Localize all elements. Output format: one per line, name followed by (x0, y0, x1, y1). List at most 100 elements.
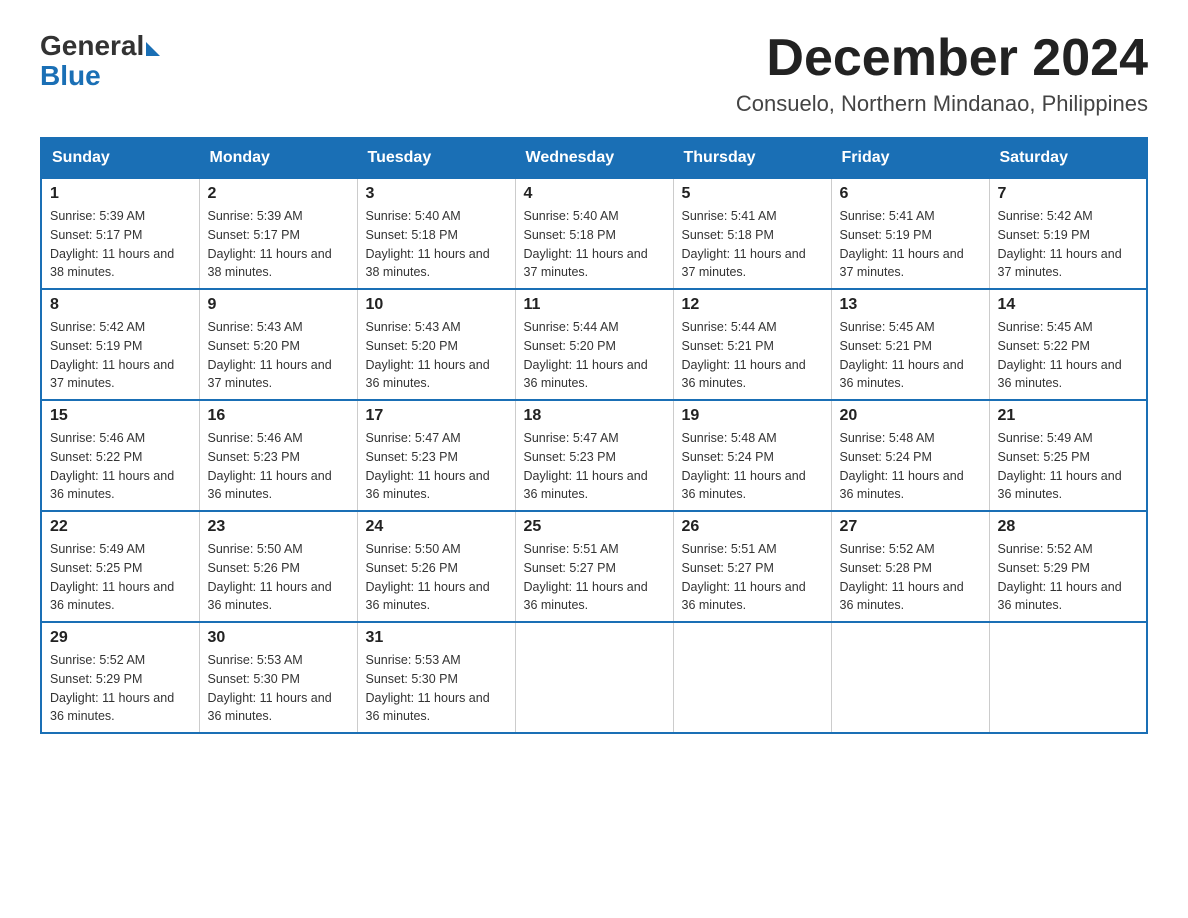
day-number: 7 (998, 185, 1139, 203)
day-number: 8 (50, 296, 191, 314)
calendar-cell: 16Sunrise: 5:46 AMSunset: 5:23 PMDayligh… (199, 400, 357, 511)
calendar-cell: 30Sunrise: 5:53 AMSunset: 5:30 PMDayligh… (199, 622, 357, 733)
day-info: Sunrise: 5:49 AMSunset: 5:25 PMDaylight:… (50, 540, 191, 615)
calendar-week-row: 15Sunrise: 5:46 AMSunset: 5:22 PMDayligh… (41, 400, 1147, 511)
day-info: Sunrise: 5:53 AMSunset: 5:30 PMDaylight:… (366, 651, 507, 726)
day-number: 26 (682, 518, 823, 536)
day-info: Sunrise: 5:48 AMSunset: 5:24 PMDaylight:… (682, 429, 823, 504)
calendar-cell: 7 Sunrise: 5:42 AMSunset: 5:19 PMDaylight… (989, 178, 1147, 289)
day-info: Sunrise: 5:44 AMSunset: 5:20 PMDaylight:… (524, 318, 665, 393)
calendar-cell: 29Sunrise: 5:52 AMSunset: 5:29 PMDayligh… (41, 622, 199, 733)
day-number: 25 (524, 518, 665, 536)
calendar-subtitle: Consuelo, Northern Mindanao, Philippines (736, 91, 1148, 117)
day-number: 9 (208, 296, 349, 314)
day-info: Sunrise: 5:52 AMSunset: 5:29 PMDaylight:… (50, 651, 191, 726)
weekday-header-saturday: Saturday (989, 138, 1147, 178)
calendar-cell: 23Sunrise: 5:50 AMSunset: 5:26 PMDayligh… (199, 511, 357, 622)
calendar-week-row: 22 Sunrise: 5:49 AMSunset: 5:25 PMDayligh… (41, 511, 1147, 622)
calendar-cell: 5 Sunrise: 5:41 AMSunset: 5:18 PMDaylight… (673, 178, 831, 289)
weekday-header-thursday: Thursday (673, 138, 831, 178)
day-info: Sunrise: 5:47 AMSunset: 5:23 PMDaylight:… (366, 429, 507, 504)
day-info: Sunrise: 5:39 AMSunset: 5:17 PMDaylight:… (50, 207, 191, 282)
day-number: 27 (840, 518, 981, 536)
day-number: 10 (366, 296, 507, 314)
day-info: Sunrise: 5:40 AMSunset: 5:18 PMDaylight:… (524, 207, 665, 282)
calendar-cell: 15Sunrise: 5:46 AMSunset: 5:22 PMDayligh… (41, 400, 199, 511)
calendar-cell (989, 622, 1147, 733)
day-number: 14 (998, 296, 1139, 314)
day-info: Sunrise: 5:39 AMSunset: 5:17 PMDaylight:… (208, 207, 349, 282)
day-info: Sunrise: 5:45 AMSunset: 5:21 PMDaylight:… (840, 318, 981, 393)
calendar-cell: 10 Sunrise: 5:43 AMSunset: 5:20 PMDayligh… (357, 289, 515, 400)
calendar-header-row: SundayMondayTuesdayWednesdayThursdayFrid… (41, 138, 1147, 178)
weekday-header-monday: Monday (199, 138, 357, 178)
day-info: Sunrise: 5:50 AMSunset: 5:26 PMDaylight:… (366, 540, 507, 615)
calendar-cell: 26Sunrise: 5:51 AMSunset: 5:27 PMDayligh… (673, 511, 831, 622)
day-info: Sunrise: 5:41 AMSunset: 5:19 PMDaylight:… (840, 207, 981, 282)
day-info: Sunrise: 5:44 AMSunset: 5:21 PMDaylight:… (682, 318, 823, 393)
day-info: Sunrise: 5:52 AMSunset: 5:28 PMDaylight:… (840, 540, 981, 615)
calendar-cell: 6 Sunrise: 5:41 AMSunset: 5:19 PMDaylight… (831, 178, 989, 289)
day-info: Sunrise: 5:47 AMSunset: 5:23 PMDaylight:… (524, 429, 665, 504)
calendar-cell: 2 Sunrise: 5:39 AMSunset: 5:17 PMDaylight… (199, 178, 357, 289)
day-info: Sunrise: 5:51 AMSunset: 5:27 PMDaylight:… (524, 540, 665, 615)
calendar-title-block: December 2024 Consuelo, Northern Mindana… (736, 30, 1148, 117)
day-info: Sunrise: 5:43 AMSunset: 5:20 PMDaylight:… (366, 318, 507, 393)
day-number: 20 (840, 407, 981, 425)
calendar-cell: 4 Sunrise: 5:40 AMSunset: 5:18 PMDaylight… (515, 178, 673, 289)
calendar-cell: 19Sunrise: 5:48 AMSunset: 5:24 PMDayligh… (673, 400, 831, 511)
logo: General Blue (40, 30, 160, 90)
calendar-cell: 9Sunrise: 5:43 AMSunset: 5:20 PMDaylight… (199, 289, 357, 400)
calendar-week-row: 8Sunrise: 5:42 AMSunset: 5:19 PMDaylight… (41, 289, 1147, 400)
calendar-week-row: 29Sunrise: 5:52 AMSunset: 5:29 PMDayligh… (41, 622, 1147, 733)
weekday-header-friday: Friday (831, 138, 989, 178)
logo-arrow-icon (146, 42, 160, 56)
weekday-header-tuesday: Tuesday (357, 138, 515, 178)
day-number: 4 (524, 185, 665, 203)
day-number: 17 (366, 407, 507, 425)
calendar-title: December 2024 (736, 30, 1148, 87)
day-info: Sunrise: 5:49 AMSunset: 5:25 PMDaylight:… (998, 429, 1139, 504)
day-info: Sunrise: 5:50 AMSunset: 5:26 PMDaylight:… (208, 540, 349, 615)
day-number: 11 (524, 296, 665, 314)
day-number: 15 (50, 407, 191, 425)
calendar-cell: 3 Sunrise: 5:40 AMSunset: 5:18 PMDaylight… (357, 178, 515, 289)
day-number: 31 (366, 629, 507, 647)
calendar-cell: 12Sunrise: 5:44 AMSunset: 5:21 PMDayligh… (673, 289, 831, 400)
calendar-cell: 21 Sunrise: 5:49 AMSunset: 5:25 PMDayligh… (989, 400, 1147, 511)
calendar-cell: 31 Sunrise: 5:53 AMSunset: 5:30 PMDayligh… (357, 622, 515, 733)
day-number: 18 (524, 407, 665, 425)
day-number: 24 (366, 518, 507, 536)
day-info: Sunrise: 5:42 AMSunset: 5:19 PMDaylight:… (998, 207, 1139, 282)
day-info: Sunrise: 5:48 AMSunset: 5:24 PMDaylight:… (840, 429, 981, 504)
day-number: 21 (998, 407, 1139, 425)
day-number: 6 (840, 185, 981, 203)
logo-general: General (40, 30, 144, 62)
logo-blue: Blue (40, 62, 160, 90)
weekday-header-wednesday: Wednesday (515, 138, 673, 178)
calendar-cell: 20 Sunrise: 5:48 AMSunset: 5:24 PMDayligh… (831, 400, 989, 511)
day-number: 16 (208, 407, 349, 425)
day-number: 2 (208, 185, 349, 203)
day-number: 5 (682, 185, 823, 203)
calendar-table: SundayMondayTuesdayWednesdayThursdayFrid… (40, 137, 1148, 734)
day-info: Sunrise: 5:41 AMSunset: 5:18 PMDaylight:… (682, 207, 823, 282)
calendar-cell: 17 Sunrise: 5:47 AMSunset: 5:23 PMDayligh… (357, 400, 515, 511)
calendar-cell: 18 Sunrise: 5:47 AMSunset: 5:23 PMDayligh… (515, 400, 673, 511)
calendar-cell (673, 622, 831, 733)
day-number: 1 (50, 185, 191, 203)
calendar-cell: 11 Sunrise: 5:44 AMSunset: 5:20 PMDayligh… (515, 289, 673, 400)
day-number: 3 (366, 185, 507, 203)
day-info: Sunrise: 5:40 AMSunset: 5:18 PMDaylight:… (366, 207, 507, 282)
day-number: 30 (208, 629, 349, 647)
day-info: Sunrise: 5:45 AMSunset: 5:22 PMDaylight:… (998, 318, 1139, 393)
calendar-cell: 25 Sunrise: 5:51 AMSunset: 5:27 PMDayligh… (515, 511, 673, 622)
weekday-header-sunday: Sunday (41, 138, 199, 178)
calendar-cell (831, 622, 989, 733)
calendar-cell: 14 Sunrise: 5:45 AMSunset: 5:22 PMDayligh… (989, 289, 1147, 400)
day-info: Sunrise: 5:52 AMSunset: 5:29 PMDaylight:… (998, 540, 1139, 615)
day-number: 13 (840, 296, 981, 314)
calendar-cell: 22 Sunrise: 5:49 AMSunset: 5:25 PMDayligh… (41, 511, 199, 622)
day-number: 22 (50, 518, 191, 536)
calendar-cell: 27 Sunrise: 5:52 AMSunset: 5:28 PMDayligh… (831, 511, 989, 622)
